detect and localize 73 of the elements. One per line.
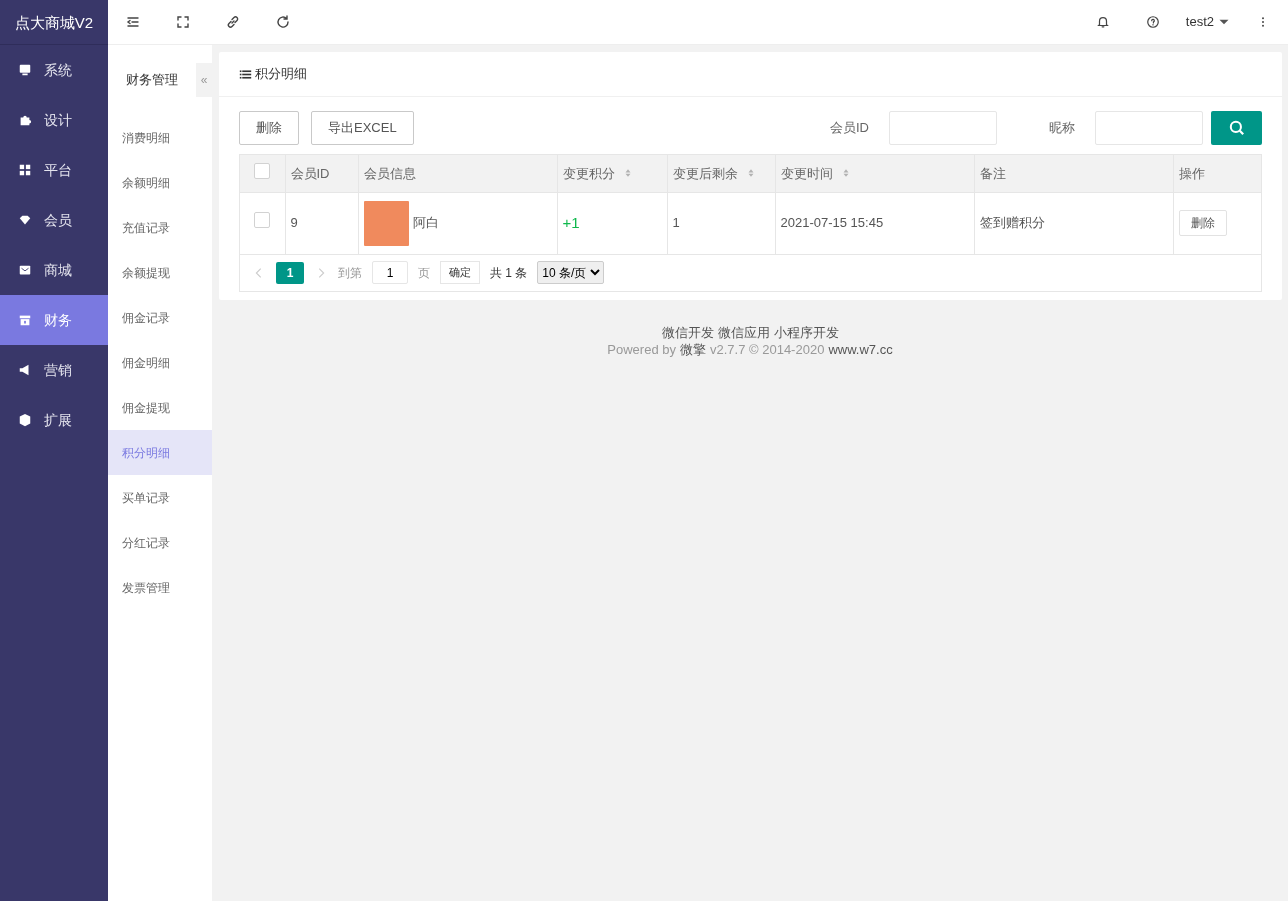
powered-by-text: Powered by [607,340,676,358]
page-button[interactable]: 1 [276,261,304,284]
row-checkbox[interactable] [254,212,271,229]
column-header: 会员ID [290,164,330,183]
filter-label: 会员ID [830,119,869,138]
help-icon [1145,15,1160,29]
column-header[interactable]: 变更时间 [780,163,851,183]
page-size-select[interactable]: 10 条/页 [537,261,605,284]
sidebar-item[interactable]: 扩展 [0,395,108,445]
select-all-checkbox[interactable] [254,162,271,179]
member-id: 9 [290,215,298,231]
sidebar-item[interactable]: 平台 [0,145,108,195]
archive-icon [18,313,32,327]
submenu-item[interactable]: 余额明细 [108,160,212,205]
avatar-placeholder [363,200,409,246]
search-icon [1227,119,1246,137]
submenu-item[interactable]: 分红记录 [108,520,212,565]
row-delete-button[interactable]: 删除 [1178,210,1227,236]
filter-input[interactable] [1095,111,1203,145]
submenu-item[interactable]: 佣金提现 [108,385,212,430]
sidebar-item[interactable]: 财务 [0,295,108,345]
footer-link[interactable]: 微信开发 [661,323,714,341]
cube-icon [18,413,32,427]
sidebar-item[interactable]: 设计 [0,95,108,145]
monitor-icon [18,63,32,77]
column-header: 会员信息 [363,164,416,183]
page-input[interactable]: 1 [372,261,408,284]
menu-icon [125,14,141,30]
column-header: 操作 [1178,164,1205,183]
submenu-item[interactable]: 余额提现 [108,250,212,295]
envelope-icon [18,263,32,277]
submenu-item[interactable]: 发票管理 [108,565,212,610]
remark: 签到赠积分 [979,215,1045,231]
submenu-item[interactable]: 充值记录 [108,205,212,250]
filter-input[interactable] [889,111,997,145]
delete-button[interactable]: 删除 [239,111,299,145]
submenu-item[interactable]: 买单记录 [108,475,212,520]
column-header: 备注 [979,164,1006,183]
sidebar-item[interactable]: 系统 [0,45,108,95]
footer-link[interactable]: 微信应用 [717,323,770,341]
refresh-icon [275,14,291,30]
link-icon [225,14,241,30]
puzzle-icon [18,113,32,127]
search-button[interactable] [1211,111,1262,145]
user-menu[interactable]: test2 [1185,12,1214,32]
sidebar-item[interactable]: 营销 [0,345,108,395]
submenu-title: 财务管理 [125,71,179,90]
grid-icon [18,163,32,177]
footer-link[interactable]: 微擎 [680,340,706,358]
megaphone-icon [18,363,32,377]
bell-icon [1095,15,1110,29]
card-title: 积分明细 [255,65,307,84]
footer-link[interactable]: www.w7.cc [828,340,893,358]
confirm-button[interactable]: 确定 [440,261,480,284]
remaining-points: 1 [672,215,680,231]
sidebar-item[interactable]: 会员 [0,195,108,245]
gem-icon [18,213,32,227]
sidebar-item[interactable]: 商城 [0,245,108,295]
change-time: 2021-07-15 15:45 [780,215,884,231]
submenu-item[interactable]: 佣金记录 [108,295,212,340]
page-label: 页 [418,264,430,282]
filter-label: 昵称 [1049,119,1075,138]
submenu-item[interactable]: 消费明细 [108,115,212,160]
footer-link[interactable]: 小程序开发 [773,323,839,341]
list-icon [239,67,252,81]
total-count: 共 1 条 [490,264,528,282]
export-button[interactable]: 导出EXCEL [311,111,414,145]
points-change: +1 [562,213,580,231]
submenu-item[interactable]: 佣金明细 [108,340,212,385]
version-text: v2.7.7 © 2014-2020 [710,340,825,358]
goto-label: 到第 [338,264,362,282]
fullscreen-icon [175,14,191,30]
member-name: 阿白 [412,214,439,233]
